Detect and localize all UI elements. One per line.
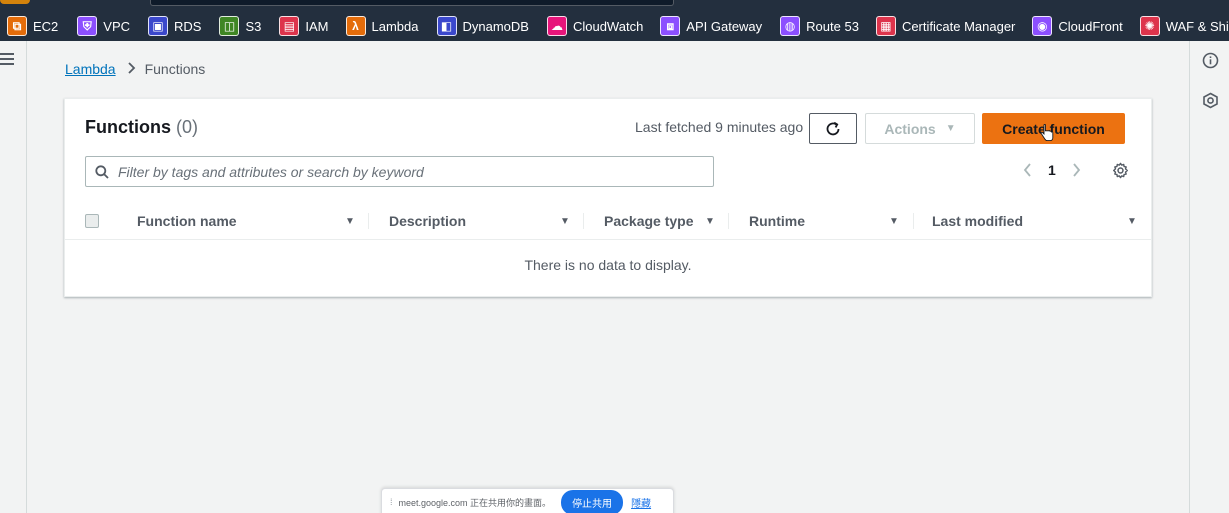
- vpc-icon: ⛨: [77, 16, 98, 36]
- actions-label: Actions: [884, 120, 936, 137]
- service-label: CloudWatch: [572, 18, 644, 34]
- column-description[interactable]: Description: [389, 202, 466, 240]
- refresh-button[interactable]: [809, 113, 857, 144]
- column-package-type[interactable]: Package type: [604, 202, 694, 240]
- pointer-cursor-icon: [1040, 124, 1054, 142]
- service-label: Certificate Manager: [901, 18, 1016, 34]
- panel-title-text: Functions: [85, 117, 171, 137]
- service-label: S3: [245, 18, 262, 34]
- rds-icon: ▣: [148, 16, 169, 36]
- service-s3[interactable]: ◫ S3: [219, 14, 261, 38]
- next-page-icon[interactable]: [1070, 161, 1084, 179]
- share-message: meet.google.com 正在共用你的畫面。: [398, 497, 552, 508]
- aws-logo-fragment[interactable]: [0, 0, 30, 4]
- waf-shield-icon: ✺: [1139, 16, 1160, 36]
- previous-page-icon[interactable]: [1020, 161, 1034, 179]
- refresh-icon: [826, 121, 840, 135]
- service-rds[interactable]: ▣ RDS: [148, 14, 201, 38]
- s3-icon: ◫: [219, 16, 240, 36]
- cloudwatch-icon: ☁: [546, 16, 567, 36]
- column-label: Runtime: [749, 213, 805, 229]
- search-icon: [95, 164, 109, 179]
- service-label: VPC: [103, 18, 131, 34]
- dynamodb-icon: ◧: [436, 16, 457, 36]
- global-search-box[interactable]: [150, 0, 674, 6]
- column-last-modified[interactable]: Last modified: [932, 202, 1023, 240]
- table-header: Function name ▼ Description ▼ Package ty…: [65, 202, 1151, 240]
- filter-search[interactable]: [85, 156, 714, 187]
- column-divider[interactable]: [913, 213, 914, 229]
- service-cloudfront[interactable]: ◉ CloudFront: [1032, 14, 1123, 38]
- column-label: Function name: [137, 213, 237, 229]
- favorites-list: ⧉ EC2 ⛨ VPC ▣ RDS ◫ S3 ▤ IAM λ Lambda ◧ …: [0, 11, 1229, 41]
- chevron-right-icon: [127, 61, 136, 77]
- service-label: DynamoDB: [462, 18, 529, 34]
- side-navigation-rail: [0, 41, 27, 513]
- lambda-icon: λ: [345, 16, 366, 36]
- panel-title: Functions (0): [85, 117, 198, 138]
- tools-rail: [1189, 41, 1229, 513]
- column-function-name[interactable]: Function name: [137, 202, 237, 240]
- notifications-icon[interactable]: [1202, 92, 1219, 109]
- current-page[interactable]: 1: [1048, 162, 1056, 178]
- hide-banner-link[interactable]: 隱藏: [631, 495, 651, 510]
- column-divider[interactable]: [368, 213, 369, 229]
- column-runtime[interactable]: Runtime: [749, 202, 805, 240]
- service-label: EC2: [33, 18, 59, 34]
- ec2-icon: ⧉: [7, 16, 27, 36]
- empty-state-message: There is no data to display.: [524, 257, 692, 273]
- service-dynamodb[interactable]: ◧ DynamoDB: [436, 14, 529, 38]
- drag-handle-icon[interactable]: ⁞: [390, 497, 393, 507]
- api-gateway-icon: ⧈: [660, 16, 681, 36]
- actions-dropdown[interactable]: Actions ▼: [865, 113, 975, 144]
- last-fetched-text: Last fetched 9 minutes ago: [635, 119, 804, 135]
- service-iam[interactable]: ▤ IAM: [279, 14, 329, 38]
- service-certificate-manager[interactable]: ▦ Certificate Manager: [875, 14, 1016, 38]
- gear-icon[interactable]: [1112, 162, 1129, 179]
- service-lambda[interactable]: λ Lambda: [345, 14, 419, 38]
- service-route53[interactable]: ◍ Route 53: [780, 14, 859, 38]
- screen-share-banner: ⁞ meet.google.com 正在共用你的畫面。 停止共用 隱藏: [381, 488, 674, 513]
- breadcrumb-current: Functions: [144, 61, 206, 77]
- certificate-manager-icon: ▦: [875, 16, 896, 36]
- iam-icon: ▤: [279, 16, 300, 36]
- functions-panel: Functions (0) Last fetched 9 minutes ago…: [64, 98, 1152, 297]
- function-count: (0): [176, 117, 199, 137]
- route53-icon: ◍: [780, 16, 801, 36]
- column-label: Package type: [604, 213, 694, 229]
- filter-input[interactable]: [118, 163, 713, 180]
- cloudfront-icon: ◉: [1032, 16, 1053, 36]
- service-label: Lambda: [371, 18, 419, 34]
- service-waf-shield[interactable]: ✺ WAF & Shield: [1139, 14, 1229, 38]
- service-label: CloudFront: [1058, 18, 1123, 34]
- column-divider[interactable]: [583, 213, 584, 229]
- services-bar: ⧉ EC2 ⛨ VPC ▣ RDS ◫ S3 ▤ IAM λ Lambda ◧ …: [0, 0, 1229, 41]
- pagination: 1: [1020, 161, 1084, 179]
- stop-sharing-button[interactable]: 停止共用: [561, 489, 624, 513]
- menu-icon[interactable]: [0, 53, 14, 65]
- service-label: WAF & Shield: [1165, 18, 1229, 34]
- service-api-gateway[interactable]: ⧈ API Gateway: [660, 14, 762, 38]
- info-icon[interactable]: [1202, 52, 1219, 69]
- breadcrumb: Lambda Functions: [65, 61, 205, 77]
- breadcrumb-lambda-link[interactable]: Lambda: [65, 61, 116, 77]
- column-label: Description: [389, 213, 467, 229]
- caret-down-icon: ▼: [945, 123, 956, 134]
- service-label: RDS: [174, 18, 202, 34]
- service-ec2[interactable]: ⧉ EC2: [7, 14, 58, 38]
- service-vpc[interactable]: ⛨ VPC: [77, 14, 130, 38]
- service-label: IAM: [305, 18, 329, 34]
- service-cloudwatch[interactable]: ☁ CloudWatch: [546, 14, 644, 38]
- column-label: Last modified: [932, 213, 1024, 229]
- column-divider[interactable]: [728, 213, 729, 229]
- service-label: Route 53: [806, 18, 859, 34]
- service-label: API Gateway: [686, 18, 763, 34]
